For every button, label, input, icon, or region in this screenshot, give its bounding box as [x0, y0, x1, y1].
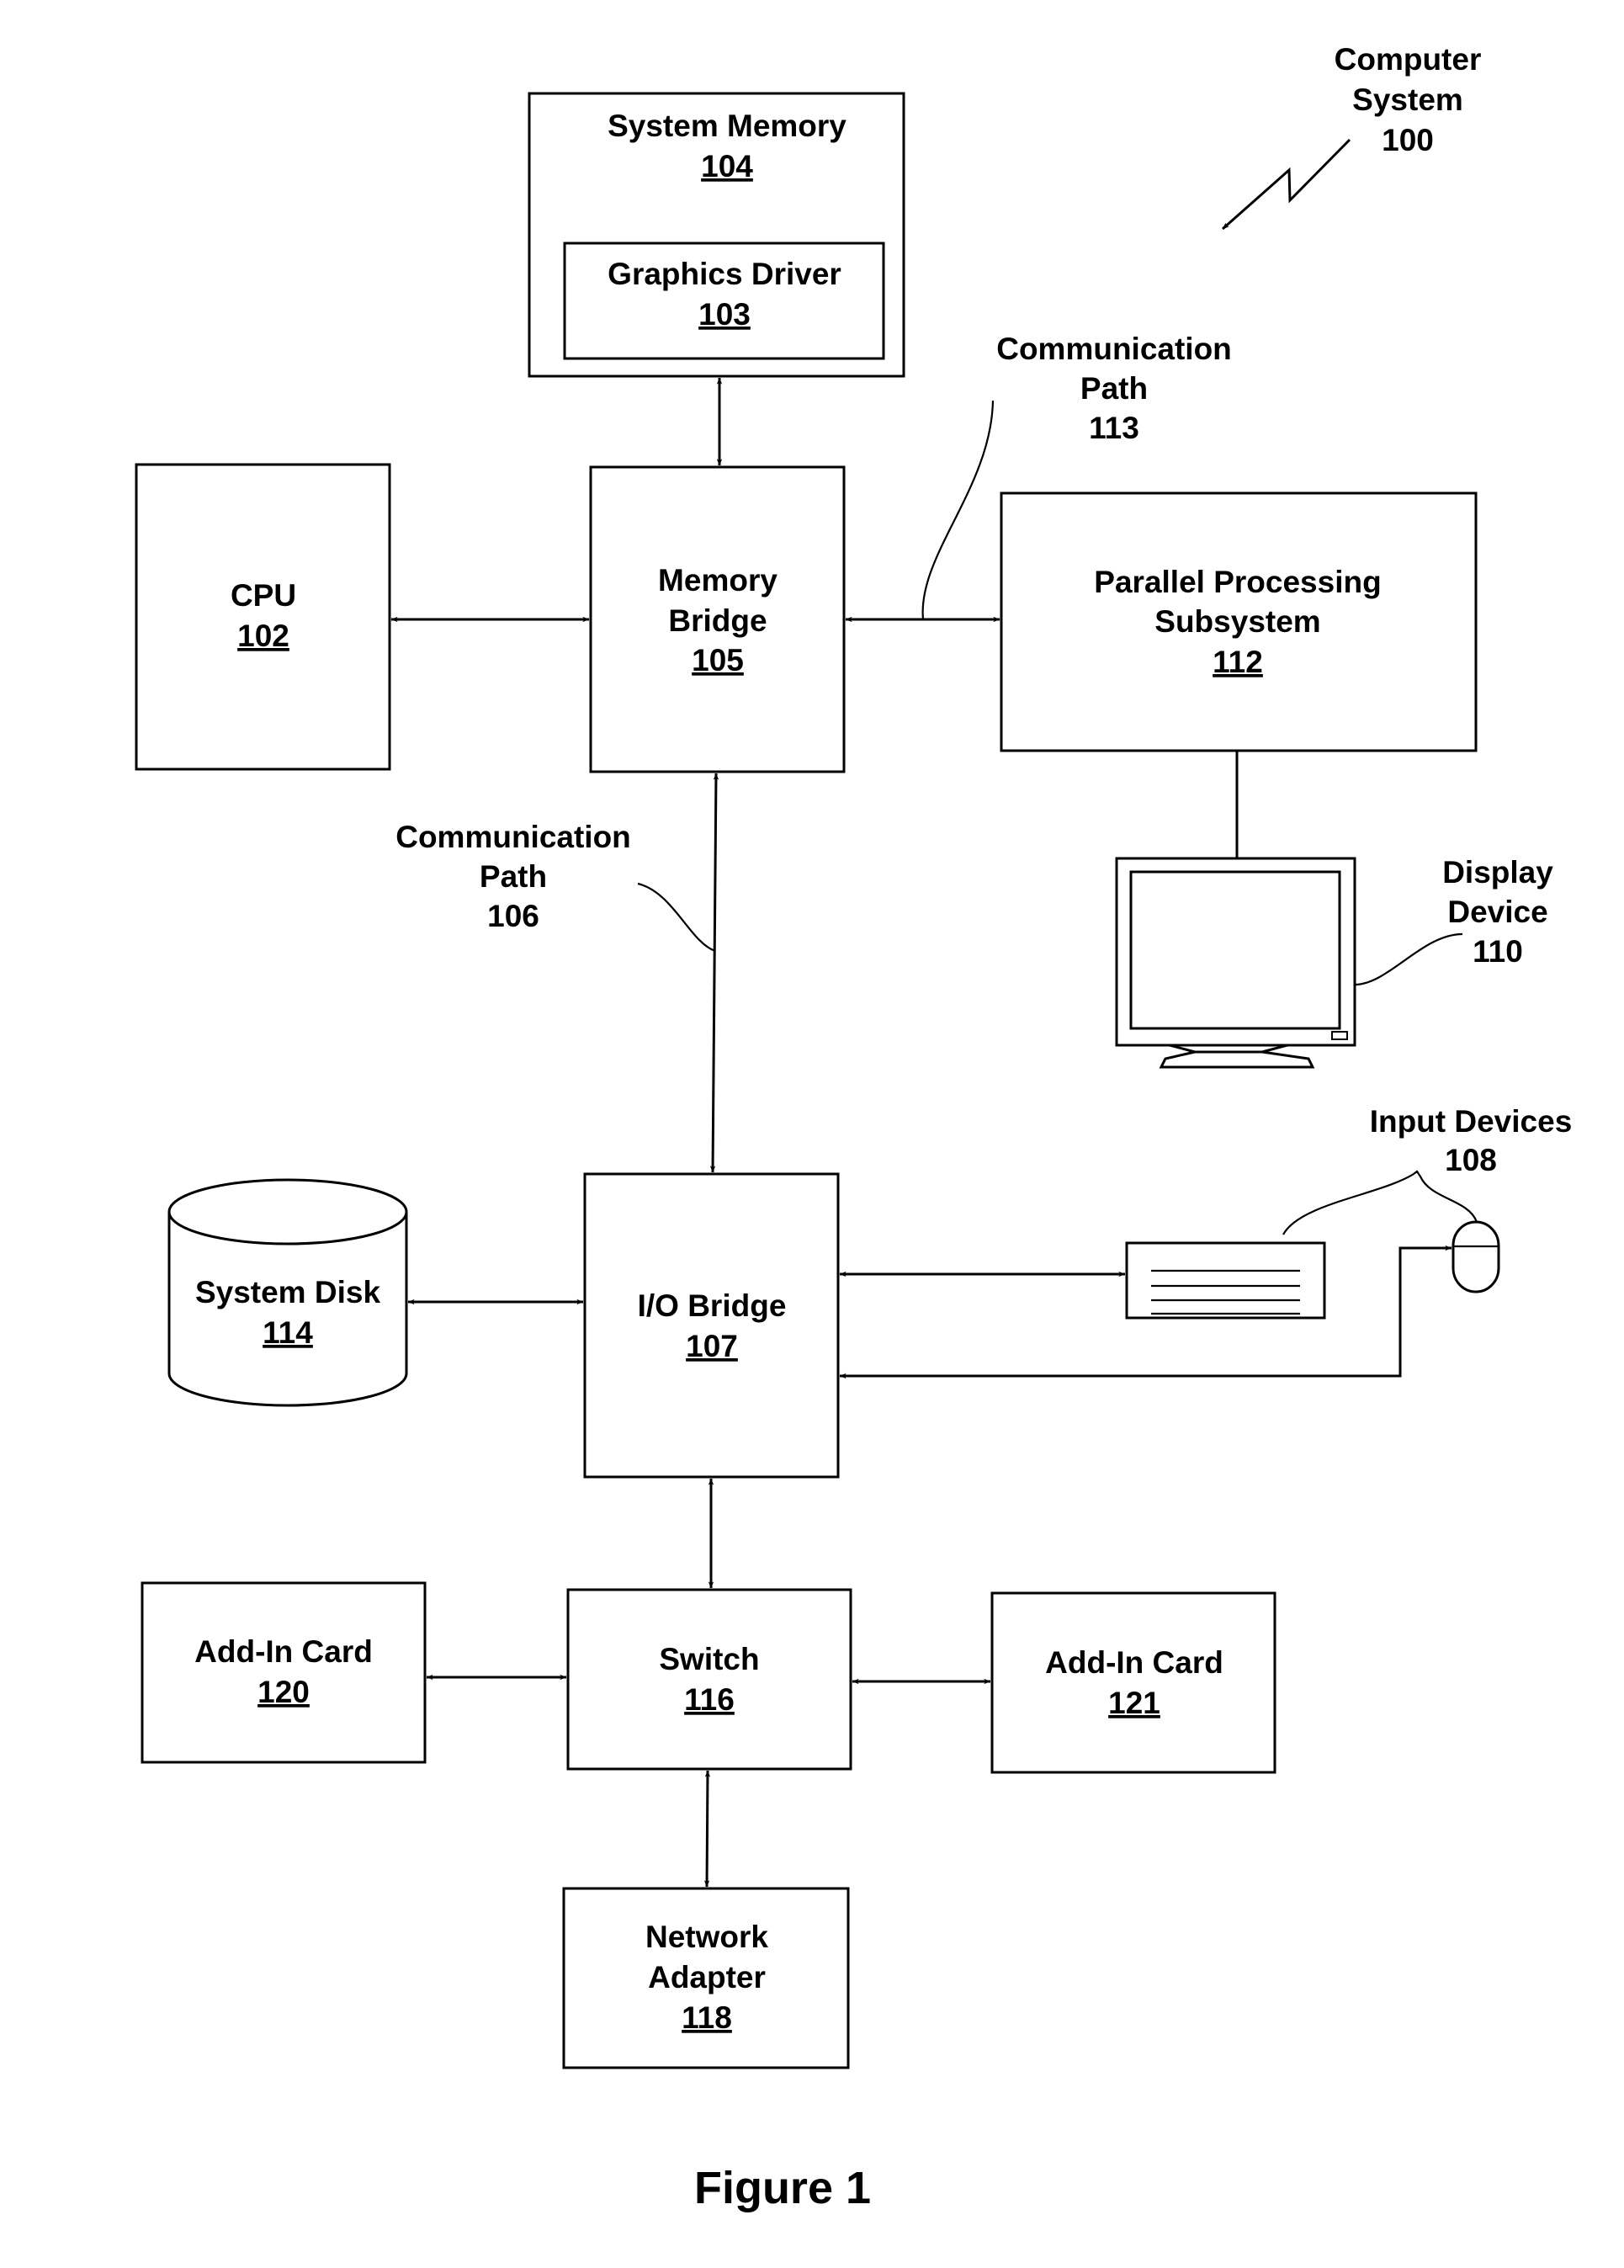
- parallel-processing-title-2: Subsystem: [1154, 604, 1320, 639]
- cpu-ref: 102: [237, 619, 289, 653]
- computer-system-label: Computer System 100: [1335, 42, 1482, 157]
- switch-ref: 116: [684, 1682, 735, 1717]
- cpu-box[interactable]: CPU 102: [135, 463, 391, 771]
- memory-bridge-title-2: Bridge: [668, 603, 767, 638]
- parallel-processing-subsystem-box[interactable]: Parallel Processing Subsystem 112: [1000, 491, 1478, 752]
- display-device-ref: 110: [1473, 934, 1523, 969]
- comm-path-106-line-1: Communication: [395, 820, 631, 854]
- add-in-card-120-outline: [141, 1581, 427, 1764]
- add-in-card-121-ref: 121: [1108, 1686, 1160, 1720]
- graphics-driver-ref: 103: [698, 297, 751, 332]
- display-device-label: Display Device 110: [1442, 855, 1553, 969]
- lightning-arrow-icon: [1222, 138, 1351, 231]
- comm-path-113-line-2: Path: [1080, 371, 1148, 406]
- display-device-monitor[interactable]: [1115, 751, 1356, 1069]
- system-disk-ref: 114: [263, 1315, 313, 1350]
- system-disk-cylinder[interactable]: System Disk 114: [167, 1178, 408, 1407]
- add-in-card-121-title: Add-In Card: [1045, 1645, 1223, 1680]
- keyboard-body: [1125, 1241, 1326, 1320]
- input-devices-brace: [1282, 1170, 1478, 1248]
- arrow-switch-network: [703, 1770, 711, 1888]
- io-bridge-box[interactable]: I/O Bridge 107: [583, 1172, 840, 1479]
- memory-bridge-box[interactable]: Memory Bridge 105: [589, 465, 846, 773]
- comm-path-106-line-2: Path: [480, 859, 547, 894]
- switch-title: Switch: [659, 1642, 759, 1676]
- parallel-processing-title-1: Parallel Processing: [1094, 565, 1381, 599]
- system-disk-title: System Disk: [195, 1275, 380, 1309]
- io-bridge-ref: 107: [686, 1329, 738, 1363]
- io-bridge-title: I/O Bridge: [638, 1288, 787, 1323]
- memory-bridge-ref: 105: [692, 643, 744, 677]
- display-device-line-2: Device: [1447, 895, 1547, 929]
- switch-box[interactable]: Switch 116: [566, 1588, 852, 1771]
- add-in-card-121-box[interactable]: Add-In Card 121: [990, 1591, 1276, 1774]
- network-adapter-ref: 118: [682, 2000, 732, 2035]
- block-diagram: Computer System 100 System Memory 104 Gr…: [135, 42, 1573, 2213]
- network-adapter-title-1: Network: [645, 1920, 768, 1954]
- title-ref: 100: [1382, 123, 1434, 157]
- io-bridge-outline: [583, 1172, 840, 1479]
- comm-path-113-label: Communication Path 113: [996, 332, 1232, 445]
- comm-path-106-ref: 106: [487, 899, 539, 933]
- arrow-membridge-iobridge: [709, 773, 719, 1173]
- input-devices-label: Input Devices 108: [1370, 1104, 1573, 1177]
- system-disk-top: [167, 1178, 408, 1246]
- network-adapter-title-2: Adapter: [648, 1960, 766, 1994]
- display-device-line-1: Display: [1442, 855, 1553, 890]
- parallel-processing-ref: 112: [1213, 645, 1263, 679]
- system-memory-ref: 104: [701, 149, 753, 183]
- network-adapter-box[interactable]: Network Adapter 118: [562, 1887, 850, 2069]
- display-device-leader: [1354, 932, 1463, 986]
- add-in-card-120-title: Add-In Card: [194, 1634, 373, 1669]
- monitor-stand: [1159, 1044, 1315, 1069]
- title-line-1: Computer: [1335, 42, 1482, 77]
- input-devices-ref: 108: [1445, 1143, 1497, 1177]
- mouse-body: [1452, 1220, 1500, 1293]
- add-in-card-120-ref: 120: [257, 1675, 310, 1709]
- mouse-icon[interactable]: [1452, 1220, 1500, 1293]
- memory-bridge-title-1: Memory: [658, 563, 778, 598]
- system-memory-title: System Memory: [608, 109, 846, 143]
- comm-path-106-leader: [637, 882, 716, 953]
- add-in-card-121-outline: [990, 1591, 1276, 1774]
- graphics-driver-box[interactable]: Graphics Driver 103: [563, 242, 885, 360]
- monitor-power-button-icon: [1331, 1031, 1348, 1040]
- comm-path-106-label: Communication Path 106: [395, 820, 631, 933]
- switch-outline: [566, 1588, 852, 1771]
- comm-path-113-ref: 113: [1089, 411, 1139, 445]
- input-devices-line-1: Input Devices: [1370, 1104, 1573, 1139]
- cpu-title: CPU: [231, 578, 296, 613]
- keyboard-icon[interactable]: [1125, 1241, 1326, 1320]
- title-line-2: System: [1352, 82, 1463, 117]
- monitor-screen: [1129, 870, 1341, 1030]
- cpu-outline: [135, 463, 391, 771]
- add-in-card-120-box[interactable]: Add-In Card 120: [141, 1581, 427, 1764]
- graphics-driver-title: Graphics Driver: [608, 257, 841, 291]
- comm-path-113-line-1: Communication: [996, 332, 1232, 366]
- comm-path-113-leader: [921, 400, 995, 620]
- figure-caption: Figure 1: [694, 2163, 871, 2213]
